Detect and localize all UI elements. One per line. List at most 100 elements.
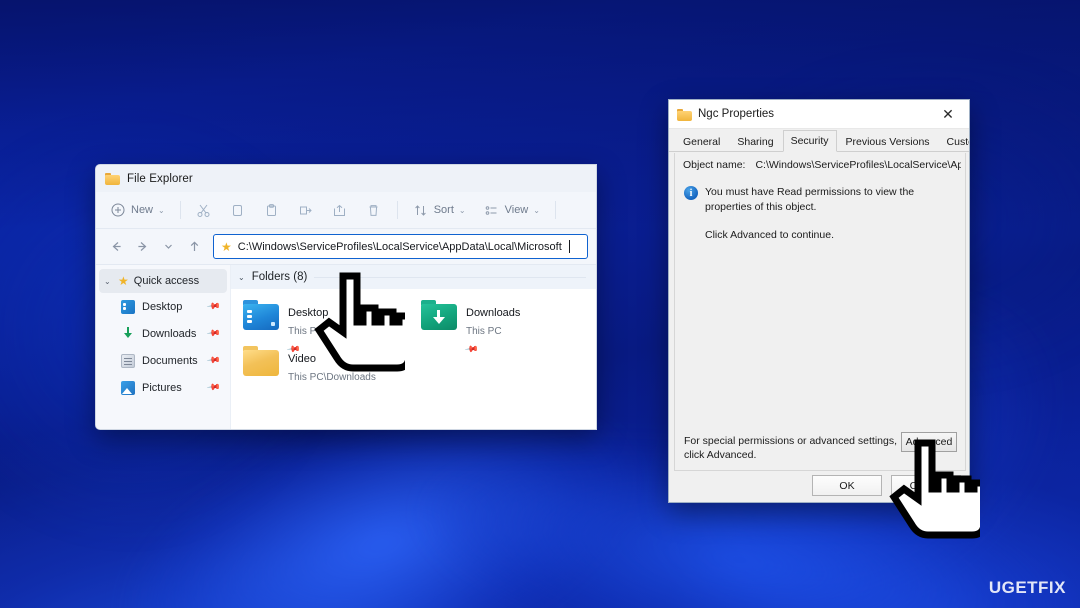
sidebar-item-label: Desktop — [142, 300, 183, 313]
list-item[interactable]: Downloads This PC 📌 — [417, 298, 595, 357]
properties-tabs[interactable]: General Sharing Security Previous Versio… — [669, 129, 969, 152]
explorer-toolbar[interactable]: New ⌄ Sort ⌄ View ⌄ — [96, 192, 596, 229]
up-button[interactable] — [182, 235, 206, 259]
advanced-row: For special permissions or advanced sett… — [684, 432, 957, 462]
scissors-icon — [196, 202, 212, 218]
tab-customize[interactable]: Customize — [939, 132, 969, 151]
new-label: New — [131, 204, 154, 216]
plus-circle-icon — [110, 202, 126, 218]
download-icon — [121, 326, 135, 341]
properties-footer: OK Cancel — [669, 475, 969, 496]
ngc-properties-dialog[interactable]: Ngc Properties ✕ General Sharing Securit… — [668, 99, 970, 503]
explorer-file-list[interactable]: ⌄ Folders (8) Desktop This PC 📌 Download… — [231, 265, 596, 429]
list-item-subtitle: This PC — [288, 326, 324, 337]
toolbar-divider — [396, 201, 398, 219]
sort-arrows-icon — [413, 202, 429, 218]
chevron-down-icon: ⌄ — [533, 205, 540, 215]
new-button[interactable]: New ⌄ — [102, 197, 173, 223]
tab-general[interactable]: General — [675, 132, 728, 151]
sidebar-item-pictures[interactable]: Pictures 📌 — [99, 374, 227, 401]
advanced-hint-text: For special permissions or advanced sett… — [684, 435, 898, 461]
file-explorer-window[interactable]: File Explorer New ⌄ Sort ⌄ View ⌄ ★ C:\W… — [95, 164, 597, 430]
object-name-row: Object name: C:\Windows\ServiceProfiles\… — [675, 153, 965, 171]
sidebar-item-label: Downloads — [142, 327, 197, 340]
group-divider — [314, 276, 586, 278]
view-label: View — [504, 204, 529, 216]
sidebar-item-downloads[interactable]: Downloads 📌 — [99, 320, 227, 347]
view-list-icon — [484, 202, 500, 218]
object-name-label: Object name: — [683, 159, 746, 171]
desktop-background: File Explorer New ⌄ Sort ⌄ View ⌄ ★ C:\W… — [0, 0, 1080, 608]
properties-title-bar[interactable]: Ngc Properties ✕ — [669, 100, 969, 129]
share-button[interactable] — [324, 197, 356, 223]
explorer-sidebar[interactable]: ⌄ ★ Quick access Desktop 📌 Downloads 📌 D — [96, 265, 231, 429]
permissions-notice-sub: Click Advanced to continue. — [705, 229, 834, 241]
chevron-down-icon: ⌄ — [158, 205, 165, 215]
explorer-title-bar[interactable]: File Explorer — [96, 165, 596, 192]
sidebar-quick-access-label: Quick access — [133, 275, 200, 287]
sidebar-item-label: Documents — [142, 354, 198, 367]
sort-label: Sort — [433, 204, 454, 216]
address-bar[interactable]: ★ C:\Windows\ServiceProfiles\LocalServic… — [213, 234, 588, 259]
list-item-name: Downloads — [466, 307, 521, 319]
object-name-value: C:\Windows\ServiceProfiles\LocalService\… — [755, 159, 961, 171]
tab-sharing[interactable]: Sharing — [729, 132, 781, 151]
chevron-down-icon: ⌄ — [458, 205, 466, 215]
toolbar-divider — [554, 201, 556, 219]
folder-tiles: Desktop This PC 📌 Downloads This PC 📌 Vi… — [231, 289, 596, 390]
pin-icon: 📌 — [206, 379, 222, 395]
tab-previous-versions[interactable]: Previous Versions — [838, 132, 938, 151]
folders-group-label: Folders (8) — [251, 271, 308, 283]
star-icon: ★ — [118, 274, 129, 288]
sidebar-item-label: Pictures — [142, 381, 182, 394]
cut-button[interactable] — [188, 197, 220, 223]
chevron-down-icon: ⌄ — [238, 272, 245, 282]
folders-group-header[interactable]: ⌄ Folders (8) — [231, 265, 596, 289]
chevron-down-icon: ⌄ — [104, 276, 111, 286]
clipboard-icon — [264, 202, 280, 218]
security-panel: Object name: C:\Windows\ServiceProfiles\… — [674, 153, 966, 471]
star-icon: ★ — [221, 239, 232, 254]
address-input[interactable]: C:\Windows\ServiceProfiles\LocalService\… — [238, 241, 562, 253]
pin-icon: 📌 — [464, 341, 480, 357]
pin-icon: 📌 — [206, 298, 222, 314]
sort-button[interactable]: Sort ⌄ — [405, 197, 474, 223]
cancel-button[interactable]: Cancel — [891, 475, 961, 496]
permissions-notice-text: You must have Read permissions to view t… — [705, 186, 915, 213]
forward-button[interactable] — [130, 235, 154, 259]
ok-button[interactable]: OK — [812, 475, 882, 496]
advanced-button[interactable]: Advanced — [901, 432, 957, 452]
info-icon: i — [684, 186, 698, 200]
close-icon[interactable]: ✕ — [927, 100, 969, 129]
folder-video-icon — [243, 346, 279, 376]
list-item[interactable]: Desktop This PC 📌 — [239, 298, 417, 357]
list-item-name: Desktop — [288, 307, 329, 319]
rename-button[interactable] — [290, 197, 322, 223]
delete-button[interactable] — [358, 197, 390, 223]
folder-desktop-icon — [243, 300, 279, 330]
view-button[interactable]: View ⌄ — [476, 197, 548, 223]
sidebar-item-quick-access[interactable]: ⌄ ★ Quick access — [99, 269, 227, 293]
list-item[interactable]: Video This PC\Downloads — [239, 344, 417, 390]
explorer-address-row[interactable]: ★ C:\Windows\ServiceProfiles\LocalServic… — [96, 229, 596, 265]
properties-title: Ngc Properties — [698, 108, 775, 120]
watermark: UGETFIX — [988, 578, 1066, 597]
back-button[interactable] — [104, 235, 128, 259]
document-icon — [121, 353, 135, 368]
explorer-title: File Explorer — [127, 172, 193, 185]
toolbar-divider — [179, 201, 181, 219]
permissions-notice: i You must have Read permissions to view… — [675, 171, 965, 215]
sidebar-item-desktop[interactable]: Desktop 📌 — [99, 293, 227, 320]
paste-button[interactable] — [256, 197, 288, 223]
pin-icon: 📌 — [206, 325, 222, 341]
sidebar-item-documents[interactable]: Documents 📌 — [99, 347, 227, 374]
copy-icon — [230, 202, 246, 218]
copy-button[interactable] — [222, 197, 254, 223]
recent-locations-button[interactable] — [156, 235, 180, 259]
trash-icon — [366, 202, 382, 218]
folder-icon — [677, 108, 692, 121]
tab-security[interactable]: Security — [782, 130, 837, 152]
folder-icon — [105, 172, 120, 185]
pictures-icon — [121, 380, 135, 395]
list-item-subtitle: This PC\Downloads — [288, 372, 376, 383]
